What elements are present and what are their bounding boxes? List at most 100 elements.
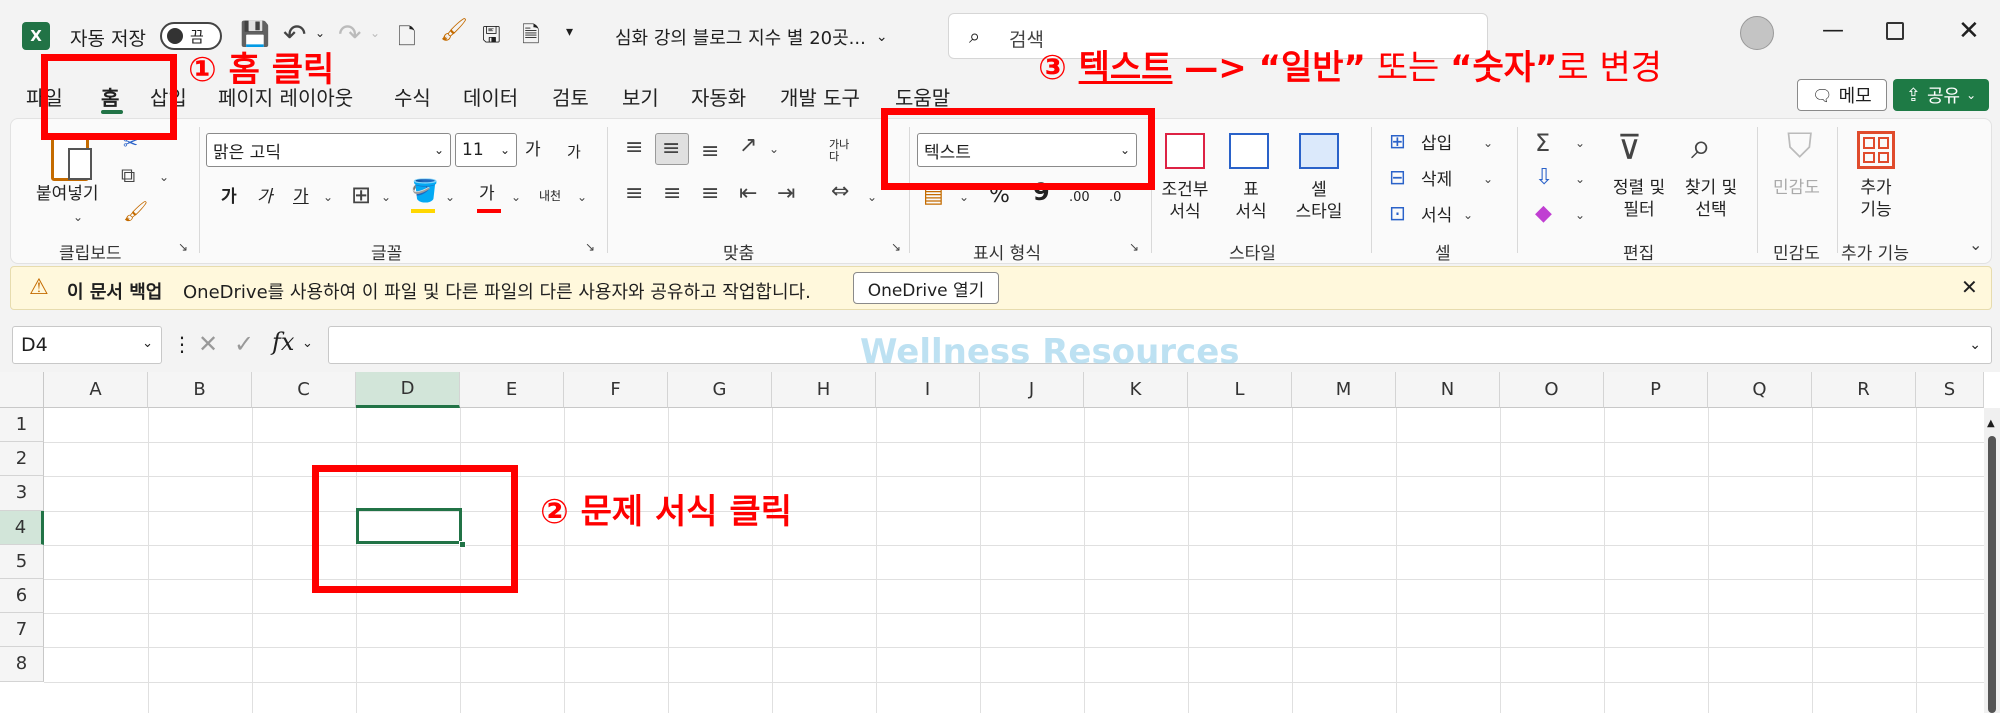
copy-chevron-icon[interactable]: ⌄ — [159, 171, 169, 183]
column-header-c[interactable]: C — [252, 372, 356, 408]
document-icon[interactable]: 🗎 — [522, 18, 540, 56]
format-painter-ribbon-icon[interactable]: 🖌 — [123, 201, 148, 221]
paste-chevron-icon[interactable]: ⌄ — [73, 211, 83, 223]
column-header-o[interactable]: O — [1500, 372, 1604, 408]
cell-styles-icon[interactable] — [1299, 133, 1339, 169]
autosum-icon[interactable]: Σ — [1535, 131, 1550, 155]
orientation-chevron-icon[interactable]: ⌄ — [769, 143, 779, 155]
column-header-q[interactable]: Q — [1708, 372, 1812, 408]
font-color-button[interactable]: 가 — [479, 183, 495, 205]
clipboard-launcher-icon[interactable]: ↘ — [178, 241, 188, 253]
column-header-e[interactable]: E — [460, 372, 564, 408]
decrease-font-button[interactable]: 가 — [567, 141, 581, 163]
row-header-7[interactable]: 7 — [0, 613, 44, 648]
format-chevron-icon[interactable]: ⌄ — [1463, 209, 1473, 221]
spreadsheet-grid[interactable]: ABCDEFGHIJKLMNOPQRS 12345678 ▲ — [0, 372, 2000, 713]
tab-data[interactable]: 데이터 — [463, 82, 518, 111]
fill-color-icon[interactable]: 🪣 — [411, 181, 438, 203]
format-table-icon[interactable] — [1229, 133, 1269, 169]
paste-label[interactable]: 붙여넣기 — [36, 183, 99, 205]
font-size-select[interactable]: 11 ⌄ — [455, 133, 517, 167]
column-header-l[interactable]: L — [1188, 372, 1292, 408]
clear-chevron-icon[interactable]: ⌄ — [1575, 209, 1585, 221]
wrap-text-button[interactable]: 가나다 — [829, 139, 859, 163]
column-header-f[interactable]: F — [564, 372, 668, 408]
merge-chevron-icon[interactable]: ⌄ — [867, 191, 877, 203]
fill-icon[interactable]: ⇩ — [1535, 167, 1553, 189]
tab-formulas[interactable]: 수식 — [394, 82, 431, 111]
increase-font-button[interactable]: 가 — [525, 139, 541, 161]
paste-icon[interactable] — [51, 135, 92, 181]
tab-developer[interactable]: 개발 도구 — [780, 82, 860, 111]
cancel-icon[interactable]: ✕ — [198, 330, 218, 358]
align-left-icon[interactable]: ≡ — [625, 183, 643, 205]
column-header-r[interactable]: R — [1812, 372, 1916, 408]
conditional-format-label[interactable]: 조건부 서식 — [1157, 179, 1213, 223]
increase-decimal-button[interactable]: .00 — [1069, 187, 1090, 209]
row-header-4[interactable]: 4 — [0, 510, 44, 545]
column-header-m[interactable]: M — [1292, 372, 1396, 408]
customize-toolbar-icon[interactable]: ▾ — [566, 24, 573, 40]
orientation-icon[interactable]: ↗ — [739, 135, 757, 157]
border-icon[interactable]: ⊞ — [351, 183, 371, 207]
format-painter-icon[interactable]: 🖌 — [440, 18, 468, 43]
merge-center-icon[interactable]: ⇔ — [831, 181, 849, 203]
column-header-d[interactable]: D — [356, 372, 460, 408]
phonetic-chevron-icon[interactable]: ⌄ — [577, 191, 587, 203]
accounting-chevron-icon[interactable]: ⌄ — [959, 191, 969, 203]
form-icon[interactable]: 🖫 — [482, 18, 501, 56]
underline-chevron-icon[interactable]: ⌄ — [323, 191, 333, 203]
memo-button[interactable]: 🗨 메모 — [1797, 79, 1887, 111]
tab-view[interactable]: 보기 — [622, 82, 659, 111]
fx-chevron-icon[interactable]: ⌄ — [302, 336, 313, 351]
tab-automate[interactable]: 자동화 — [691, 82, 746, 111]
font-launcher-icon[interactable]: ↘ — [585, 241, 595, 253]
insert-cells-label[interactable]: 삽입 — [1421, 133, 1452, 155]
name-box[interactable]: D4 ⌄ — [12, 326, 162, 364]
font-name-select[interactable]: 맑은 고딕 ⌄ — [206, 133, 451, 167]
italic-button[interactable]: 가 — [257, 186, 273, 208]
format-table-label[interactable]: 표 서식 — [1229, 179, 1273, 223]
insert-cells-icon[interactable]: ⊞ — [1389, 131, 1406, 151]
close-icon[interactable]: ✕ — [1958, 16, 1980, 46]
find-select-icon[interactable]: ⌕ — [1691, 129, 1711, 165]
enter-icon[interactable]: ✓ — [234, 330, 254, 358]
share-button[interactable]: ⇪ 공유 ⌄ — [1893, 79, 1989, 111]
font-color-chevron-icon[interactable]: ⌄ — [511, 191, 521, 203]
expand-formula-icon[interactable]: ⌄ — [1969, 337, 1981, 353]
format-cells-label[interactable]: 서식 — [1421, 205, 1452, 227]
align-center-icon[interactable]: ≡ — [663, 183, 681, 205]
open-onedrive-button[interactable]: OneDrive 열기 — [853, 272, 999, 304]
column-header-k[interactable]: K — [1084, 372, 1188, 408]
row-header-2[interactable]: 2 — [0, 442, 44, 477]
bold-button[interactable]: 가 — [221, 186, 237, 208]
find-select-label[interactable]: 찾기 및 선택 — [1675, 177, 1747, 221]
close-notice-icon[interactable]: ✕ — [1961, 275, 1978, 299]
document-title[interactable]: 심화 강의 블로그 지수 별 20곳... ⌄ — [615, 24, 888, 50]
column-header-b[interactable]: B — [148, 372, 252, 408]
number-launcher-icon[interactable]: ↘ — [1129, 241, 1139, 253]
new-file-icon[interactable]: 🗋 — [398, 20, 416, 58]
autosum-chevron-icon[interactable]: ⌄ — [1575, 137, 1585, 149]
select-all-corner[interactable] — [0, 372, 44, 408]
collapse-ribbon-icon[interactable]: ⌄ — [1969, 237, 1982, 253]
conditional-format-icon[interactable] — [1165, 133, 1205, 169]
addins-icon[interactable] — [1857, 131, 1895, 169]
column-header-n[interactable]: N — [1396, 372, 1500, 408]
column-header-a[interactable]: A — [44, 372, 148, 408]
increase-indent-icon[interactable]: ⇥ — [777, 183, 795, 205]
cell-styles-label[interactable]: 셀 스타일 — [1287, 179, 1351, 223]
scroll-up-icon[interactable]: ▲ — [1987, 418, 1995, 429]
delete-chevron-icon[interactable]: ⌄ — [1483, 173, 1493, 185]
column-header-j[interactable]: J — [980, 372, 1084, 408]
align-bottom-icon[interactable]: ≡ — [701, 141, 719, 163]
alignment-launcher-icon[interactable]: ↘ — [891, 241, 901, 253]
vertical-scrollbar[interactable]: ▲ — [1984, 408, 2000, 713]
column-header-p[interactable]: P — [1604, 372, 1708, 408]
redo-dropdown-icon[interactable]: ⌄ — [370, 26, 380, 40]
phonetic-button[interactable]: 내천 — [539, 185, 561, 207]
row-header-6[interactable]: 6 — [0, 579, 44, 614]
fill-chevron-icon[interactable]: ⌄ — [1575, 173, 1585, 185]
avatar[interactable] — [1740, 16, 1774, 50]
more-options-icon[interactable]: ⋮ — [172, 332, 192, 356]
